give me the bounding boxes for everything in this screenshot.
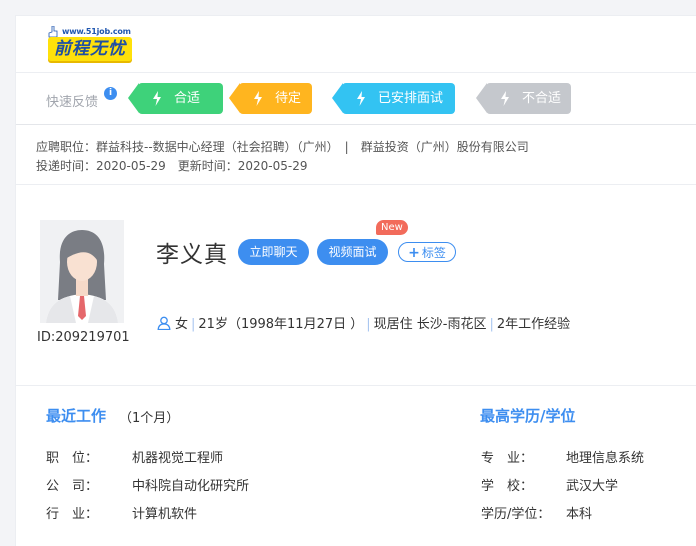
video-interview-button[interactable]: 视频面试: [317, 239, 388, 265]
basic-info: 女 | 21岁（1998年11月27日 ） | 现居住 长沙-雨花区 | 2年工作经验: [157, 313, 570, 332]
edu-row-label: 学历/学位：: [481, 507, 551, 522]
logo-text: 前程无忧: [48, 37, 132, 61]
candidate-name: 李义真: [156, 242, 228, 268]
51job-logo[interactable]: www.51job.com 前程无忧: [48, 26, 132, 63]
resume-panel: www.51job.com 前程无忧 快速反馈 i 合适 待定 已安排面试 不合…: [15, 15, 696, 546]
edu-major-value: 地理信息系统: [566, 451, 645, 466]
applied-position: 应聘职位：群益科技--数据中心经理（社会招聘）（广州） | 群益投资（广州）股份…: [36, 140, 529, 154]
lightning-icon: [254, 91, 262, 106]
female-avatar-icon: [40, 220, 124, 323]
education-title: 最高学历/学位: [480, 407, 576, 425]
residence: 现居住 长沙-雨花区: [373, 317, 487, 332]
user-icon: [157, 316, 171, 330]
candidate-id: ID:209219701: [37, 330, 130, 345]
work-row-label: 公 司：: [46, 479, 99, 494]
edu-row-label: 专 业：: [481, 451, 534, 466]
divider: [16, 385, 696, 386]
separator: |: [366, 317, 371, 332]
add-tag-button[interactable]: + 标签: [398, 242, 456, 262]
work-position-value: 机器视觉工程师: [132, 451, 224, 466]
feedback-button-label: 合适: [174, 91, 201, 106]
feedback-unsuitable-button[interactable]: 不合适: [476, 83, 571, 114]
work-experience: 2年工作经验: [496, 317, 571, 332]
age: 21岁（1998年11月27日 ）: [198, 317, 364, 332]
lightning-icon: [357, 91, 365, 106]
feedback-button-label: 已安排面试: [378, 91, 444, 106]
work-company-value: 中科院自动化研究所: [132, 479, 250, 494]
work-row-label: 职 位：: [46, 451, 99, 466]
avatar: [40, 220, 124, 323]
plus-icon: +: [408, 245, 420, 261]
info-icon[interactable]: i: [104, 87, 117, 100]
divider: [16, 124, 696, 125]
new-badge: New: [376, 220, 408, 235]
lightning-icon: [501, 91, 509, 106]
feedback-button-label: 不合适: [522, 91, 562, 106]
divider: [16, 184, 696, 185]
recent-work-title: 最近工作: [46, 407, 107, 425]
gender: 女: [175, 317, 189, 332]
edu-degree-value: 本科: [566, 507, 593, 522]
feedback-interview-scheduled-button[interactable]: 已安排面试: [332, 83, 455, 114]
recent-work-duration: （1个月）: [119, 411, 180, 426]
edu-row-label: 学 校：: [481, 479, 534, 494]
feedback-suitable-button[interactable]: 合适: [128, 83, 223, 114]
feedback-button-label: 待定: [275, 91, 302, 106]
work-industry-value: 计算机软件: [132, 507, 198, 522]
application-times: 投递时间：2020-05-29 更新时间：2020-05-29: [36, 159, 308, 173]
separator: |: [191, 317, 196, 332]
divider: [16, 72, 696, 73]
quick-feedback-label: 快速反馈: [46, 95, 99, 110]
chat-now-button[interactable]: 立即聊天: [238, 239, 309, 265]
edu-school-value: 武汉大学: [566, 479, 619, 494]
work-row-label: 行 业：: [46, 507, 99, 522]
feedback-pending-button[interactable]: 待定: [229, 83, 312, 114]
logo-url: www.51job.com: [62, 27, 131, 36]
lightning-icon: [153, 91, 161, 106]
separator: |: [489, 317, 494, 332]
tag-label: 标签: [421, 246, 446, 260]
